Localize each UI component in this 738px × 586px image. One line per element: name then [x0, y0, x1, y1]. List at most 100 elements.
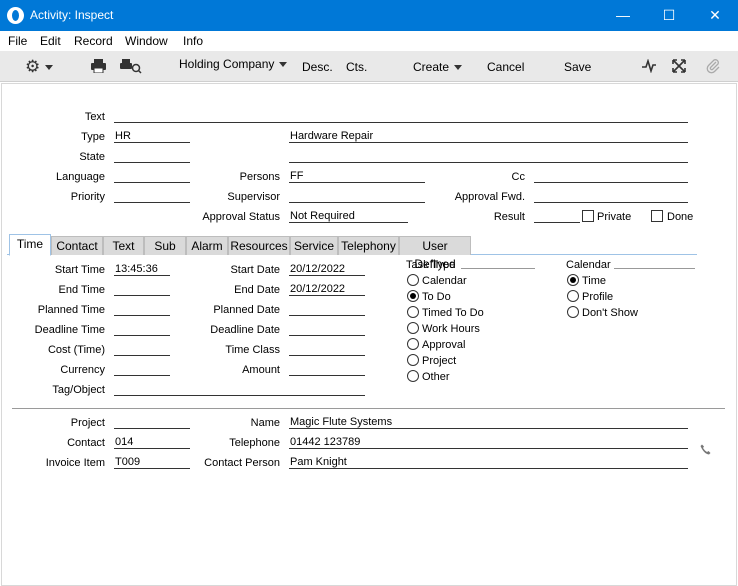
desc-button[interactable]: Desc. [302, 60, 333, 74]
minimize-button[interactable]: — [600, 0, 646, 31]
cc-field[interactable] [534, 170, 688, 183]
phone-icon[interactable] [700, 444, 711, 458]
result-field[interactable] [534, 210, 580, 223]
amount-field[interactable] [289, 363, 365, 376]
save-button[interactable]: Save [564, 60, 591, 74]
tab-alarm[interactable]: Alarm [186, 236, 228, 255]
supervisor-label: Supervisor [227, 191, 280, 203]
menu-window[interactable]: Window [125, 34, 168, 48]
project-field[interactable] [114, 416, 190, 429]
tab-sub[interactable]: Sub [144, 236, 186, 255]
approval-fwd-label: Approval Fwd. [454, 191, 525, 203]
toolbar: ⚙ Holding Company Desc. Cts. Create Canc… [0, 51, 738, 82]
done-checkbox[interactable] [651, 210, 663, 222]
create-button[interactable]: Create [413, 60, 463, 74]
company-selector[interactable]: Holding Company [179, 57, 288, 71]
planned-date-label: Planned Date [213, 304, 280, 316]
start-time-field[interactable]: 13:45:36 [114, 263, 170, 276]
planned-time-field[interactable] [114, 303, 170, 316]
task-type-timed-todo-radio[interactable] [407, 306, 419, 318]
expand-icon[interactable] [672, 59, 686, 77]
approval-status-label: Approval Status [202, 211, 280, 223]
print-preview-icon[interactable] [120, 59, 142, 78]
print-icon[interactable] [91, 59, 106, 77]
persons-field[interactable]: FF [289, 170, 425, 183]
task-type-calendar-radio[interactable] [407, 274, 419, 286]
task-type-approval-radio[interactable] [407, 338, 419, 350]
planned-time-label: Planned Time [37, 304, 105, 316]
planned-date-field[interactable] [289, 303, 365, 316]
telephone-label: Telephone [229, 437, 280, 449]
invoice-item-field[interactable]: T009 [114, 456, 190, 469]
section-divider [12, 408, 725, 409]
task-type-todo-radio[interactable] [407, 290, 419, 302]
language-field[interactable] [114, 170, 190, 183]
start-date-label: Start Date [230, 264, 280, 276]
deadline-time-field[interactable] [114, 323, 170, 336]
type-field[interactable]: HR [114, 130, 190, 143]
calendar-profile-radio[interactable] [567, 290, 579, 302]
private-checkbox[interactable] [582, 210, 594, 222]
menu-file[interactable]: File [8, 34, 27, 48]
calendar-dont-show-radio[interactable] [567, 306, 579, 318]
telephone-field[interactable]: 01442 123789 [289, 436, 688, 449]
end-time-field[interactable] [114, 283, 170, 296]
tab-contact[interactable]: Contact [51, 236, 103, 255]
text-label: Text [84, 111, 105, 123]
start-date-field[interactable]: 20/12/2022 [289, 263, 365, 276]
close-button[interactable]: ✕ [692, 0, 738, 31]
calendar-time-radio[interactable] [567, 274, 579, 286]
contact-field[interactable]: 014 [114, 436, 190, 449]
approval-fwd-field[interactable] [534, 190, 688, 203]
result-label: Result [493, 211, 525, 223]
name-label: Name [250, 417, 280, 429]
time-class-field[interactable] [289, 343, 365, 356]
priority-field[interactable] [114, 190, 190, 203]
amount-label: Amount [242, 364, 280, 376]
task-type-project-radio[interactable] [407, 354, 419, 366]
end-date-field[interactable]: 20/12/2022 [289, 283, 365, 296]
activity-pulse-icon[interactable] [642, 58, 656, 77]
tab-time[interactable]: Time [9, 234, 51, 256]
tag-object-field[interactable] [114, 383, 365, 396]
persons-label: Persons [239, 171, 280, 183]
task-type-other-radio[interactable] [407, 370, 419, 382]
menu-edit[interactable]: Edit [40, 34, 61, 48]
menu-info[interactable]: Info [183, 34, 203, 48]
cost-time-field[interactable] [114, 343, 170, 356]
menu-record[interactable]: Record [74, 34, 113, 48]
task-type-todo-label: To Do [422, 291, 451, 303]
cost-time-label: Cost (Time) [47, 344, 105, 356]
calendar-dont-show-label: Don't Show [582, 307, 638, 319]
tab-resources[interactable]: Resources [228, 236, 290, 255]
name-field[interactable]: Magic Flute Systems [289, 416, 688, 429]
project-label: Project [70, 417, 105, 429]
deadline-date-field[interactable] [289, 323, 365, 336]
tab-telephony[interactable]: Telephony [338, 236, 399, 255]
tab-user-defined[interactable]: User Defined [399, 236, 471, 271]
invoice-item-label: Invoice Item [45, 457, 105, 469]
supervisor-field[interactable] [289, 190, 425, 203]
currency-field[interactable] [114, 363, 170, 376]
contact-person-label: Contact Person [204, 457, 280, 469]
task-type-work-hours-radio[interactable] [407, 322, 419, 334]
cancel-button[interactable]: Cancel [487, 60, 524, 74]
attachment-icon[interactable] [706, 58, 720, 78]
language-label: Language [56, 171, 105, 183]
text-field[interactable] [114, 110, 688, 123]
private-label: Private [597, 211, 632, 223]
task-type-approval-label: Approval [422, 339, 466, 351]
tab-service[interactable]: Service [290, 236, 338, 255]
task-type-other-label: Other [422, 371, 450, 383]
contact-person-field[interactable]: Pam Knight [289, 456, 688, 469]
gear-icon[interactable]: ⚙ [25, 57, 54, 77]
cc-label: Cc [511, 171, 525, 183]
tab-text[interactable]: Text [103, 236, 144, 255]
end-time-label: End Time [58, 284, 105, 296]
maximize-button[interactable]: ☐ [646, 0, 692, 31]
approval-status-field: Not Required [289, 210, 408, 223]
cts-button[interactable]: Cts. [346, 60, 367, 74]
deadline-time-label: Deadline Time [34, 324, 105, 336]
state-field[interactable] [114, 150, 190, 163]
deadline-date-label: Deadline Date [210, 324, 280, 336]
